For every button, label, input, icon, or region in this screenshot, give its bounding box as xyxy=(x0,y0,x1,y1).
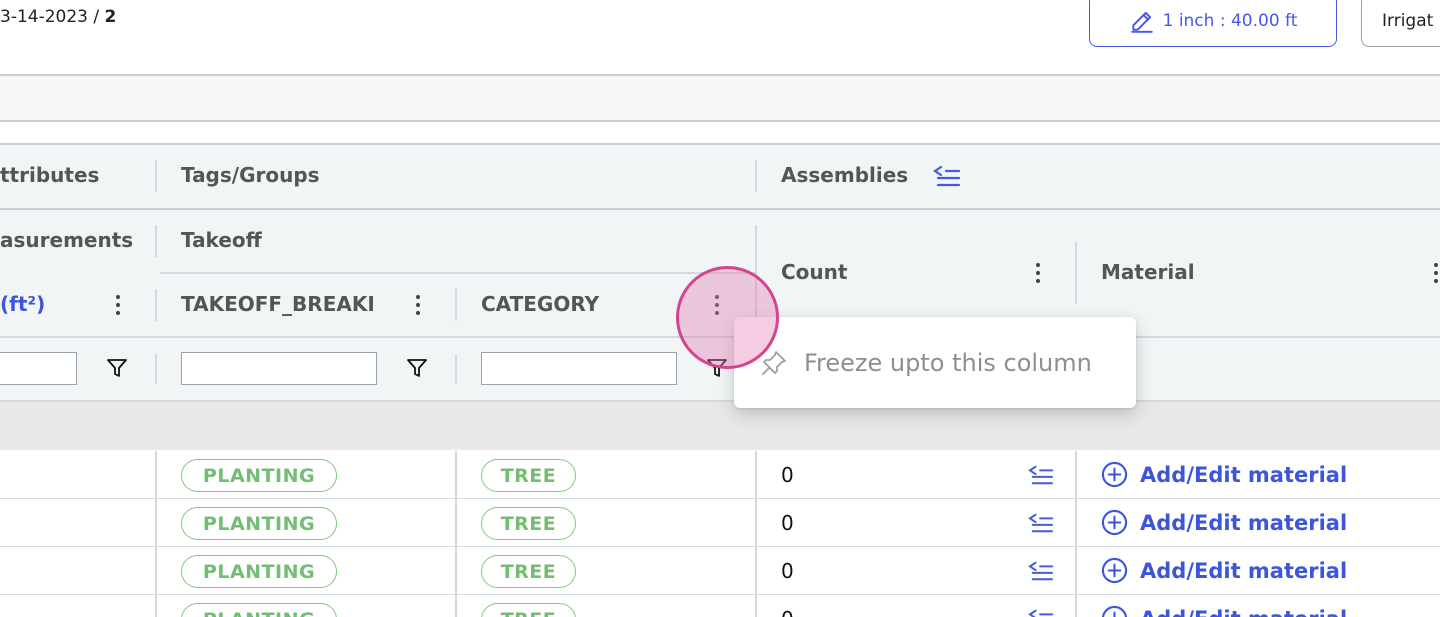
area-filter-input[interactable] xyxy=(0,352,77,385)
table-row: PLANTING TREE 0 Add/Edit material xyxy=(0,547,1440,595)
divider xyxy=(0,120,1440,122)
column-separator xyxy=(155,595,157,617)
group-header-tags: Tags/Groups xyxy=(181,163,320,187)
column-separator xyxy=(1075,547,1077,595)
column-separator xyxy=(755,160,757,192)
column-separator xyxy=(455,289,457,321)
divider xyxy=(0,143,1440,145)
count-value: 0 xyxy=(781,559,794,583)
takeoff-tag: PLANTING xyxy=(181,603,337,617)
category-tag: TREE xyxy=(481,603,576,617)
column-header-takeoff-breakdown[interactable]: TAKEOFF_BREAKI xyxy=(181,292,385,316)
column-separator xyxy=(155,547,157,595)
category-tag: TREE xyxy=(481,459,576,492)
add-edit-material-button[interactable]: Add/Edit material xyxy=(1101,509,1347,536)
plus-circle-icon xyxy=(1101,557,1128,584)
takeoff-tag: PLANTING xyxy=(181,555,337,588)
group-row-band xyxy=(0,402,1440,450)
assembly-list-icon[interactable] xyxy=(1028,512,1054,534)
pencil-icon xyxy=(1130,11,1153,33)
column-separator xyxy=(755,547,757,595)
takeoff-tag: PLANTING xyxy=(181,507,337,540)
divider xyxy=(0,208,1440,210)
table-row: PLANTING TREE 0 Add/Edit material xyxy=(0,451,1440,499)
column-separator xyxy=(155,451,157,499)
layer-dropdown[interactable]: Irrigat xyxy=(1361,0,1440,47)
freeze-column-menu-item[interactable]: Freeze upto this column xyxy=(804,349,1092,377)
column-separator xyxy=(155,354,157,384)
plus-circle-icon xyxy=(1101,509,1128,536)
count-value: 0 xyxy=(781,463,794,487)
count-value: 0 xyxy=(781,607,794,617)
count-column-menu-icon[interactable] xyxy=(1028,260,1048,286)
area-column-menu-icon[interactable] xyxy=(108,292,128,318)
column-header-area[interactable]: (ft²) xyxy=(0,292,45,316)
add-edit-material-label: Add/Edit material xyxy=(1140,462,1348,487)
count-value: 0 xyxy=(781,511,794,535)
column-separator xyxy=(155,225,157,257)
divider xyxy=(160,272,755,274)
subheader-measurements: asurements xyxy=(0,228,134,252)
column-separator xyxy=(1075,499,1077,547)
takeoff-tag: PLANTING xyxy=(181,459,337,492)
table-row: PLANTING TREE 0 Add/Edit material xyxy=(0,499,1440,547)
add-edit-material-label: Add/Edit material xyxy=(1140,607,1347,617)
takeoff-filter-input[interactable] xyxy=(181,352,377,385)
column-separator xyxy=(1075,242,1077,304)
subheader-takeoff: Takeoff xyxy=(181,228,262,252)
add-edit-material-label: Add/Edit material xyxy=(1140,558,1348,583)
takeoff-column-menu-icon[interactable] xyxy=(408,292,428,318)
column-separator xyxy=(155,160,157,192)
add-edit-material-button[interactable]: Add/Edit material xyxy=(1101,461,1347,488)
assembly-list-icon[interactable] xyxy=(1028,560,1054,582)
filter-icon[interactable] xyxy=(106,357,128,379)
column-separator xyxy=(155,499,157,547)
add-edit-material-label: Add/Edit material xyxy=(1140,510,1348,535)
category-tag: TREE xyxy=(481,507,576,540)
column-header-category[interactable]: CATEGORY xyxy=(481,292,599,316)
column-separator xyxy=(1075,595,1077,617)
assembly-list-icon[interactable] xyxy=(1028,608,1054,617)
scale-label: 1 inch : 40.00 ft xyxy=(1162,10,1298,31)
assembly-list-icon[interactable] xyxy=(1028,464,1054,486)
group-header-assemblies: Assemblies xyxy=(781,163,909,187)
layer-label: Irrigat xyxy=(1382,10,1434,31)
column-separator xyxy=(455,354,457,384)
column-menu-popup: Freeze upto this column xyxy=(734,317,1136,408)
column-separator xyxy=(155,289,157,321)
plus-circle-icon xyxy=(1101,605,1128,617)
add-edit-material-button[interactable]: Add/Edit material xyxy=(1101,605,1347,617)
breadcrumb: 3-14-2023 / 2 xyxy=(0,7,116,27)
column-separator xyxy=(455,451,457,499)
table-row: PLANTING TREE 0 Add/Edit material xyxy=(0,595,1440,617)
category-filter-input[interactable] xyxy=(481,352,677,385)
material-column-menu-icon[interactable] xyxy=(1426,260,1440,286)
column-separator xyxy=(455,595,457,617)
collapse-list-icon[interactable] xyxy=(933,164,961,188)
column-separator xyxy=(455,547,457,595)
plus-circle-icon xyxy=(1101,461,1128,488)
column-separator xyxy=(755,499,757,547)
column-separator xyxy=(1075,451,1077,499)
breadcrumb-date: 3-14-2023 / xyxy=(0,7,105,27)
category-tag: TREE xyxy=(481,555,576,588)
column-header-count[interactable]: Count xyxy=(781,260,847,284)
column-separator xyxy=(455,499,457,547)
breadcrumb-page: 2 xyxy=(104,7,117,27)
scale-button[interactable]: 1 inch : 40.00 ft xyxy=(1089,0,1337,47)
add-edit-material-button[interactable]: Add/Edit material xyxy=(1101,557,1347,584)
column-separator xyxy=(755,595,757,617)
click-highlight xyxy=(676,266,779,369)
group-header-attributes: ttributes xyxy=(0,163,100,187)
toolbar-strip xyxy=(0,76,1440,121)
column-separator xyxy=(755,451,757,499)
column-header-material[interactable]: Material xyxy=(1101,260,1195,284)
filter-icon[interactable] xyxy=(406,357,428,379)
